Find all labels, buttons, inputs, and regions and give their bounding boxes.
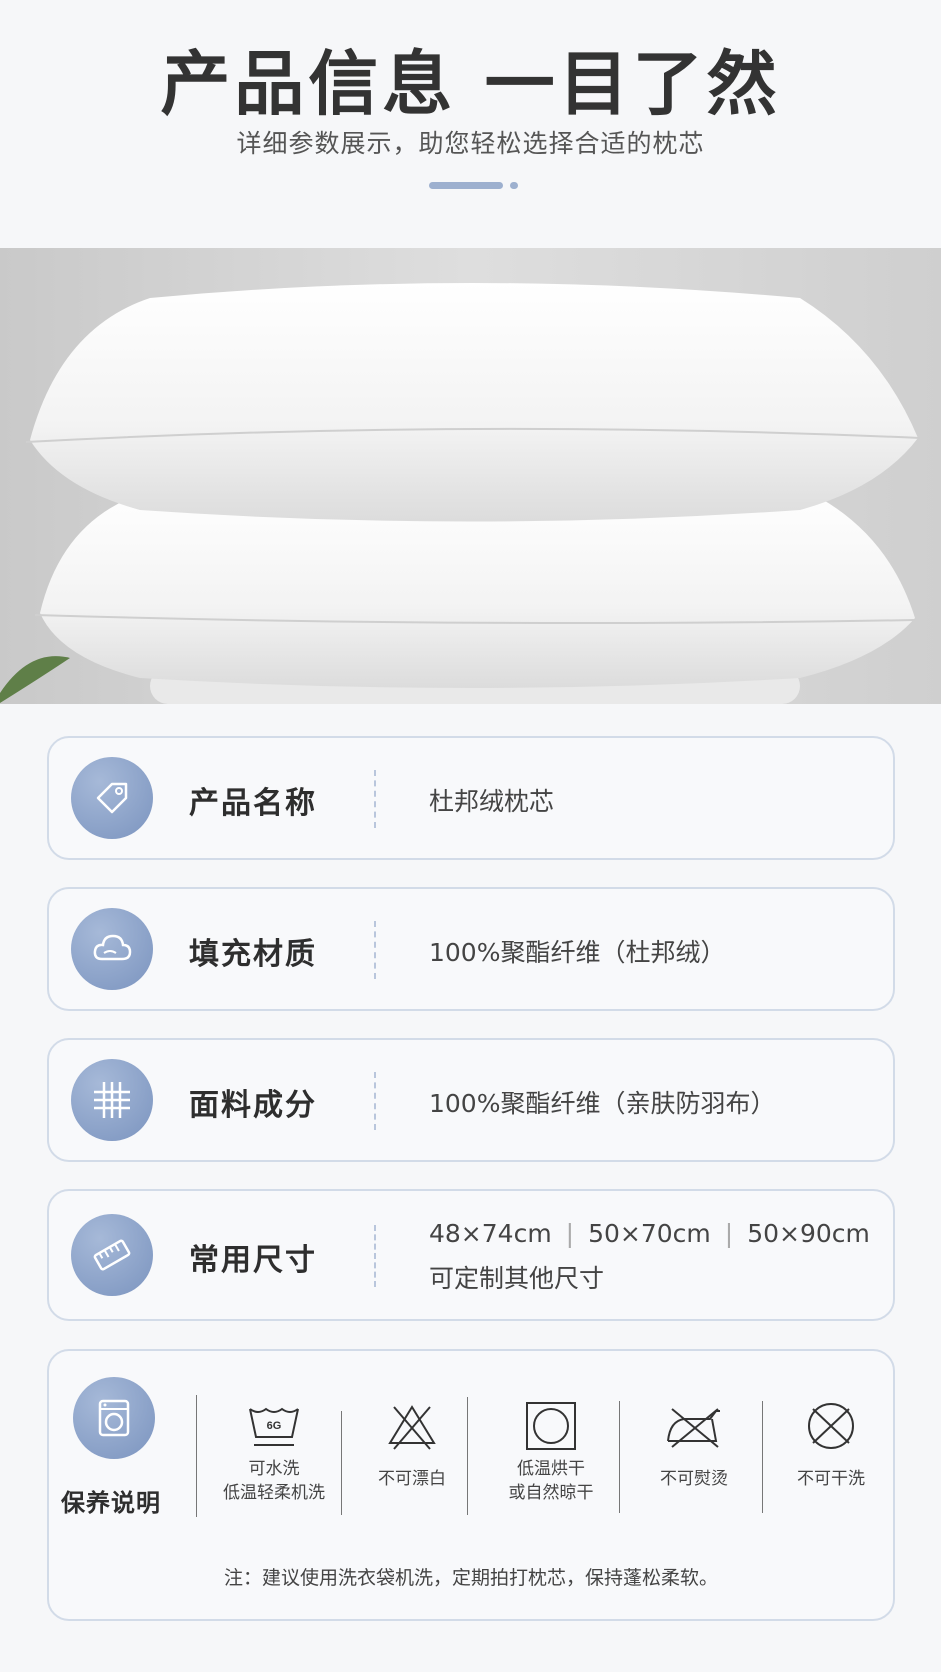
tub-text: 6G: [267, 1420, 282, 1432]
size-note: 可定制其他尺寸: [429, 1264, 605, 1293]
care-note: 注：建议使用洗衣袋机洗，定期拍打枕芯，保持蓬松柔软。: [223, 1567, 718, 1589]
no-dry-clean-icon: [808, 1403, 854, 1449]
care-item: 不可熨烫: [629, 1401, 759, 1491]
care-text: 不可漂白: [378, 1469, 446, 1489]
care-text: 或自然晾干: [508, 1483, 594, 1503]
care-text: 低温烘干: [517, 1459, 585, 1479]
care-text: 不可熨烫: [660, 1469, 728, 1489]
decor-dot: [510, 182, 518, 189]
size-option: 50×70cm: [588, 1219, 711, 1248]
spec-label: 常用尺寸: [189, 1243, 317, 1278]
page-title: 产品信息 一目了然: [160, 43, 781, 125]
care-card: 保养说明 6G 可水洗 低温轻柔机洗 不可漂白 低温烘干 或自然晾干 不可熨烫 …: [47, 1349, 895, 1621]
divider: [341, 1411, 342, 1515]
spec-card-fabric: 面料成分 100%聚酯纤维（亲肤防羽布）: [47, 1038, 895, 1162]
spec-value: 100%聚酯纤维（杜邦绒）: [429, 938, 726, 967]
size-option: 50×90cm: [747, 1219, 870, 1248]
care-label: 保养说明: [61, 1489, 161, 1517]
care-item: 6G 可水洗 低温轻柔机洗: [209, 1401, 339, 1505]
divider: [619, 1401, 620, 1513]
cloud-icon: [71, 908, 153, 990]
divider: [196, 1395, 197, 1517]
spec-label: 产品名称: [189, 786, 317, 821]
spec-card-size: 常用尺寸 48×74cm | 50×70cm | 50×90cm 可定制其他尺寸: [47, 1189, 895, 1321]
size-option: 48×74cm: [429, 1219, 552, 1248]
spec-card-filling: 填充材质 100%聚酯纤维（杜邦绒）: [47, 887, 895, 1011]
ruler-icon: [71, 1214, 153, 1296]
size-list: 48×74cm | 50×70cm | 50×90cm: [429, 1219, 870, 1248]
divider: [374, 1225, 376, 1287]
decor-bar: [429, 182, 503, 189]
no-iron-icon: [667, 1408, 720, 1448]
size-separator: |: [565, 1219, 575, 1248]
divider: [374, 1072, 376, 1130]
spec-value: 100%聚酯纤维（亲肤防羽布）: [429, 1089, 776, 1118]
header: 产品信息 一目了然 详细参数展示，助您轻松选择合适的枕芯: [0, 0, 941, 248]
spec-label: 填充材质: [189, 937, 317, 972]
size-separator: |: [724, 1219, 734, 1248]
tag-icon: [71, 757, 153, 839]
divider: [762, 1401, 763, 1513]
care-text: 不可干洗: [797, 1469, 865, 1489]
spec-card-product-name: 产品名称 杜邦绒枕芯: [47, 736, 895, 860]
divider: [467, 1397, 468, 1515]
care-text: 低温轻柔机洗: [223, 1483, 325, 1503]
page-subtitle: 详细参数展示，助您轻松选择合适的枕芯: [236, 129, 705, 158]
tumble-dry-low-icon: [526, 1402, 576, 1450]
spec-label: 面料成分: [189, 1088, 317, 1123]
no-bleach-icon: [388, 1405, 436, 1450]
care-text: 可水洗: [248, 1459, 300, 1479]
care-item: 不可漂白: [347, 1401, 477, 1491]
washing-machine-icon: [73, 1377, 155, 1459]
care-item: 低温烘干 或自然晾干: [486, 1401, 616, 1505]
hand-wash-icon: 6G: [249, 1407, 299, 1446]
divider: [374, 770, 376, 828]
product-photo: [0, 248, 941, 704]
divider: [374, 921, 376, 979]
spec-value: 杜邦绒枕芯: [429, 787, 555, 816]
fabric-icon: [71, 1059, 153, 1141]
care-item: 不可干洗: [766, 1401, 896, 1491]
